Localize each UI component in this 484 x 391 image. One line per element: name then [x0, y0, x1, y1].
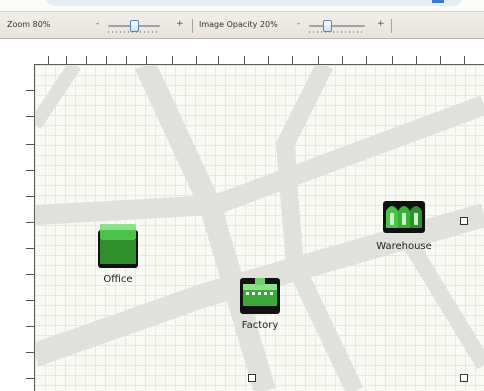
image-opacity-increase-button[interactable]: + — [377, 19, 385, 29]
office-building-icon — [98, 224, 138, 268]
selection-handle[interactable] — [460, 217, 468, 225]
diagram-canvas[interactable]: Office Factory Warehouse — [35, 65, 484, 391]
selection-handle[interactable] — [460, 374, 468, 382]
vertical-ruler — [0, 64, 35, 391]
node-office[interactable]: Office — [83, 220, 153, 285]
node-label-office: Office — [103, 274, 133, 285]
image-opacity-slider-track — [309, 25, 365, 27]
image-opacity-slider-ticks — [309, 31, 365, 33]
toolbar-row: Zoom 80% - + Image Opacity 20% - + — [0, 16, 484, 36]
node-label-factory: Factory — [241, 320, 279, 331]
node-label-warehouse: Warehouse — [376, 241, 432, 252]
zoom-label: Zoom 80% — [7, 20, 51, 29]
node-warehouse[interactable]: Warehouse — [365, 195, 443, 252]
image-opacity-slider[interactable] — [309, 20, 365, 33]
warehouse-icon — [383, 201, 425, 233]
image-opacity-slider-thumb[interactable] — [323, 20, 332, 32]
zoom-increase-button[interactable]: + — [176, 19, 184, 29]
zoom-decrease-button[interactable]: - — [96, 19, 99, 29]
toolbar-separator — [192, 19, 193, 33]
toolbar-separator-end — [391, 19, 392, 33]
zoom-slider[interactable] — [108, 20, 160, 33]
factory-icon — [240, 278, 280, 314]
image-opacity-decrease-button[interactable]: - — [297, 19, 300, 29]
selection-handle[interactable] — [248, 374, 256, 382]
title-strip-highlight — [44, 0, 464, 6]
horizontal-ruler — [0, 39, 484, 65]
title-strip-marker — [432, 0, 444, 3]
zoom-slider-thumb[interactable] — [130, 20, 139, 32]
image-opacity-label: Image Opacity 20% — [199, 20, 278, 29]
toolbar: Zoom 80% - + Image Opacity 20% - + — [0, 0, 484, 39]
node-factory[interactable]: Factory — [225, 270, 295, 331]
title-strip — [0, 0, 484, 12]
